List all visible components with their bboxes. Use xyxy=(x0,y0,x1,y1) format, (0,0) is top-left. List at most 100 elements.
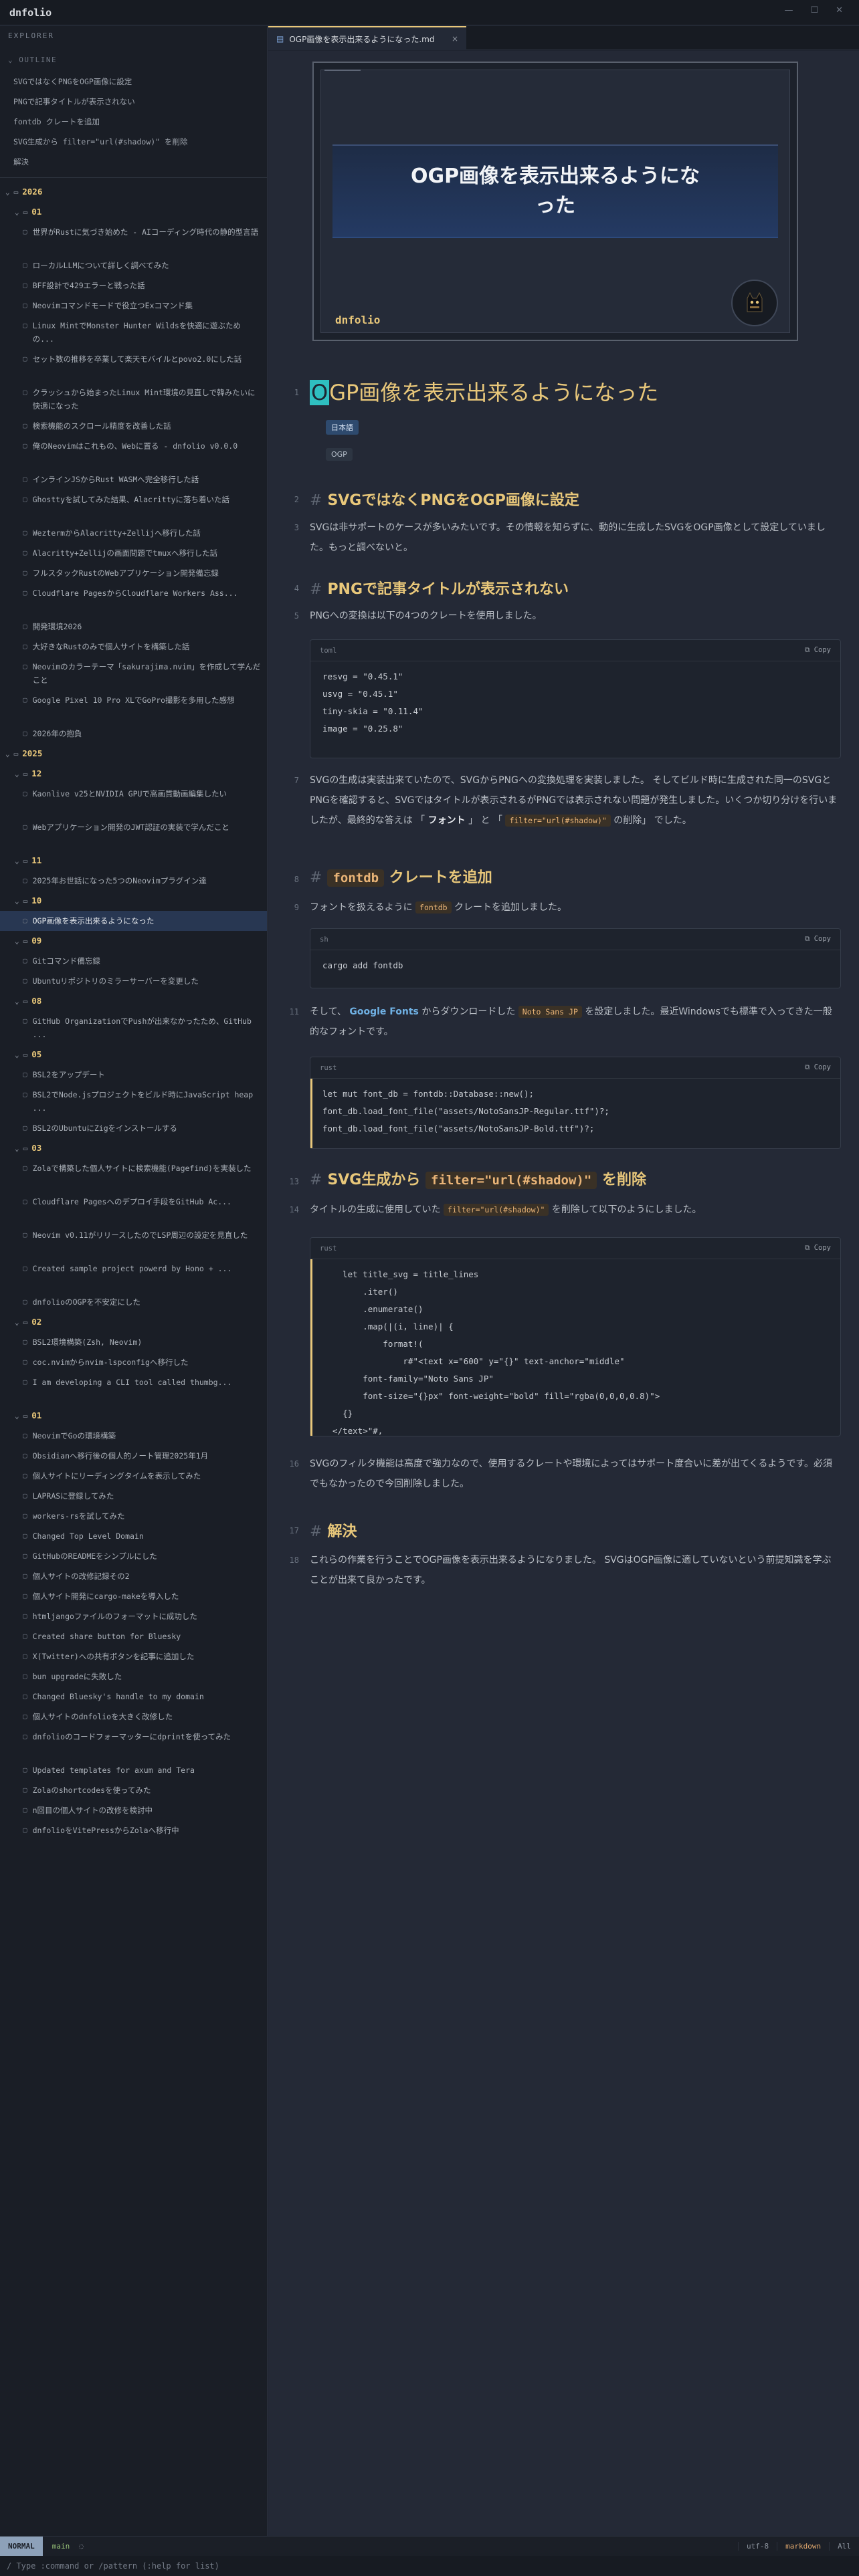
copy-button[interactable]: ⧉ Copy xyxy=(805,1244,831,1253)
file-item[interactable]: ▢ Webアプリケーション開発のJWT認証の実装で学んだこと xyxy=(0,817,267,851)
copy-button[interactable]: ⧉ Copy xyxy=(805,935,831,944)
copy-button[interactable]: ⧉ Copy xyxy=(805,646,831,655)
file-item[interactable]: ▢ 2026年の抱負 xyxy=(0,724,267,744)
file-item[interactable]: ▢ Neovimのカラーテーマ「sakurajima.nvim」を作成して学んだこ… xyxy=(0,657,267,690)
month-folder[interactable]: ⌄ ▭ 08 xyxy=(0,991,267,1011)
file-item[interactable]: ▢ X(Twitter)への共有ボタンを記事に追加した xyxy=(0,1646,267,1667)
file-item[interactable]: ▢ Created share button for Bluesky xyxy=(0,1626,267,1646)
month-folder[interactable]: ⌄ ▭ 01 xyxy=(0,1406,267,1426)
minimize-icon[interactable]: — xyxy=(784,5,793,15)
close-icon[interactable]: ✕ xyxy=(836,5,843,15)
command-line[interactable]: / Type :command or /pattern (:help for l… xyxy=(0,2556,859,2576)
file-item[interactable]: ▢ 個人サイト開発にcargo-makeを導入した xyxy=(0,1586,267,1606)
outline-header[interactable]: ⌄ OUTLINE xyxy=(0,46,267,72)
month-folder[interactable]: ⌄ ▭ 01 xyxy=(0,202,267,222)
file-icon: ▢ xyxy=(23,495,27,504)
file-item[interactable]: ▢ ローカルLLMについて詳しく調べてみた xyxy=(0,255,267,276)
file-item[interactable]: ▢ coc.nvimからnvim-lspconfigへ移行した xyxy=(0,1352,267,1372)
file-item[interactable]: ▢ n回目の個人サイトの改修を検討中 xyxy=(0,1800,267,1820)
file-item[interactable]: ▢ Ubuntuリポジトリのミラーサーバーを変更した xyxy=(0,971,267,991)
tab-close-icon[interactable]: × xyxy=(452,34,458,43)
file-item[interactable]: ▢ Cloudflare PagesからCloudflare Workers As… xyxy=(0,583,267,617)
tag-badge[interactable]: 日本語 xyxy=(326,420,359,435)
file-item[interactable]: ▢ Created sample project powerd by Hono +… xyxy=(0,1259,267,1292)
file-item[interactable]: ▢ BSL2をアップデート xyxy=(0,1065,267,1085)
file-item[interactable]: ▢ 世界がRustに気づき始めた - AIコーディング時代の静的型言語 xyxy=(0,222,267,255)
file-item[interactable]: ▢ Linux MintでMonster Hunter Wildsを快適に遊ぶため… xyxy=(0,316,267,349)
file-item[interactable]: ▢ NeovimでGoの環境構築 xyxy=(0,1426,267,1446)
file-item[interactable]: ▢ Obsidianへ移行後の個人的ノート管理2025年1月 xyxy=(0,1446,267,1466)
outline-item[interactable]: 解決 xyxy=(0,152,267,172)
month-folder[interactable]: ⌄ ▭ 11 xyxy=(0,851,267,871)
file-item[interactable]: ▢ 2025年お世話になった5つのNeovimプラグイン達 xyxy=(0,871,267,891)
file-item[interactable]: ▢ Zolaのshortcodesを使ってみた xyxy=(0,1780,267,1800)
file-item[interactable]: ▢ Google Pixel 10 Pro XLでGoPro撮影を多用した感想 xyxy=(0,690,267,724)
code-content: resvg = "0.45.1" usvg = "0.45.1" tiny-sk… xyxy=(322,671,423,734)
file-item[interactable]: ▢ クラッシュから始まったLinux Mint環境の見直しで韓みたいに快適になった xyxy=(0,383,267,416)
file-item[interactable]: ▢ BFF設計で429エラーと戦った話 xyxy=(0,276,267,296)
file-item[interactable]: ▢ dnfolioのコードフォーマッターにdprintを使ってみた xyxy=(0,1727,267,1760)
file-item[interactable]: ▢ Zolaで構築した個人サイトに検索機能(Pagefind)を実装した xyxy=(0,1158,267,1192)
file-item[interactable]: ▢ BSL2のUbuntuにZigをインストールする xyxy=(0,1118,267,1138)
file-item[interactable]: ▢ WeztermからAlacritty+Zellijへ移行した話 xyxy=(0,523,267,543)
file-item[interactable]: ▢ フルスタックRustのWebアプリケーション開発備忘録 xyxy=(0,563,267,583)
file-item[interactable]: ▢ 個人サイトのdnfolioを大きく改修した xyxy=(0,1707,267,1727)
editor-pane[interactable]: OGP画像を表示出来るようにな った dnfolio 1 OGP画像を表示出来るよ… xyxy=(268,51,859,2536)
file-label: Created sample project powerd by Hono + … xyxy=(32,1264,232,1273)
file-item[interactable]: ▢ Changed Top Level Domain xyxy=(0,1526,267,1546)
paragraph: タイトルの生成に使用していた filter="url(#shadow)" を削除… xyxy=(310,1204,702,1216)
file-item[interactable]: ▢ workers-rsを試してみた xyxy=(0,1506,267,1526)
file-item[interactable]: ▢ Updated templates for axum and Tera xyxy=(0,1760,267,1780)
outline-item[interactable]: PNGで記事タイトルが表示されない xyxy=(0,92,267,112)
file-item[interactable]: ▢ 大好きなRustのみで個人サイトを構築した話 xyxy=(0,637,267,657)
file-item[interactable]: ▢ Ghosttyを試してみた結果、Alacrittyに落ち着いた話 xyxy=(0,490,267,523)
year-folder[interactable]: ⌄ ▭ 2026 xyxy=(0,182,267,202)
file-item[interactable]: ▢ bun upgradeに失敗した xyxy=(0,1667,267,1687)
file-item[interactable]: ▢ Alacritty+Zellijの画面問題でtmuxへ移行した話 xyxy=(0,543,267,563)
file-icon: ▢ xyxy=(23,622,27,631)
file-item[interactable]: ▢ Neovim v0.11がリリースしたのでLSP周辺の設定を見直した xyxy=(0,1225,267,1259)
file-item[interactable]: ▢ 開発環境2026 xyxy=(0,617,267,637)
file-item[interactable]: ▢ 個人サイトにリーディングタイムを表示してみた xyxy=(0,1466,267,1486)
file-item[interactable]: ▢ Kaonlive v25とNVIDIA GPUで高画質動画編集したい xyxy=(0,784,267,817)
month-folder[interactable]: ⌄ ▭ 05 xyxy=(0,1045,267,1065)
maximize-icon[interactable]: ☐ xyxy=(810,5,818,15)
file-item[interactable]: ▢ Neovimコマンドモードで役立つExコマンド集 xyxy=(0,296,267,316)
file-item[interactable]: ▢ dnfolioをVitePressからZolaへ移行中 xyxy=(0,1820,267,1840)
outline-item[interactable]: SVG生成から filter="url(#shadow)" を削除 xyxy=(0,132,267,152)
file-item[interactable]: ▢ GitHubのREADMEをシンプルにした xyxy=(0,1546,267,1566)
month-folder[interactable]: ⌄ ▭ 03 xyxy=(0,1138,267,1158)
folder-label: 01 xyxy=(31,1410,42,1420)
file-item[interactable]: ▢ Changed Bluesky's handle to my domain xyxy=(0,1687,267,1707)
google-fonts-link[interactable]: Google Fonts xyxy=(349,1006,419,1017)
file-label: Linux MintでMonster Hunter Wildsを快適に遊ぶための… xyxy=(32,321,241,344)
file-item[interactable]: ▢ LAPRASに登録してみた xyxy=(0,1486,267,1506)
file-icon: ▢ xyxy=(23,1230,27,1239)
file-item[interactable]: ▢ 検索機能のスクロール精度を改善した話 xyxy=(0,416,267,436)
file-item[interactable]: ▢ 俺のNeovimはこれもの、Webに置る - dnfolio v0.0.0 xyxy=(0,436,267,469)
file-item[interactable]: ▢ BSL2でNode.jsプロジェクトをビルド時にJavaScript heap… xyxy=(0,1085,267,1118)
file-item[interactable]: ▢ インラインJSからRust WASMへ完全移行した話 xyxy=(0,469,267,490)
copy-button[interactable]: ⧉ Copy xyxy=(805,1063,831,1072)
file-item[interactable]: ▢ I am developing a CLI tool called thumb… xyxy=(0,1372,267,1406)
file-item[interactable]: ▢ GitHub OrganizationでPushが出来なかったため、GitHu… xyxy=(0,1011,267,1045)
year-folder[interactable]: ⌄ ▭ 2025 xyxy=(0,744,267,764)
tab-active-file[interactable]: ▤ OGP画像を表示出来るようになった.md × xyxy=(268,26,466,50)
file-item[interactable]: ▢ Cloudflare Pagesへのデプロイ手段をGitHub Ac... xyxy=(0,1192,267,1225)
file-item[interactable]: ▢ htmljangoファイルのフォーマットに成功した xyxy=(0,1606,267,1626)
month-folder[interactable]: ⌄ ▭ 02 xyxy=(0,1312,267,1332)
file-item[interactable]: ▢ Gitコマンド備忘録 xyxy=(0,951,267,971)
month-folder[interactable]: ⌄ ▭ 10 xyxy=(0,891,267,911)
file-item[interactable]: ▢ 個人サイトの改修記録その2 xyxy=(0,1566,267,1586)
outline-item[interactable]: fontdb クレートを追加 xyxy=(0,112,267,132)
file-item[interactable]: ▢ dnfolioのOGPを不安定にした xyxy=(0,1292,267,1312)
file-item-active[interactable]: ▢ OGP画像を表示出来るようになった xyxy=(0,911,267,931)
month-folder[interactable]: ⌄ ▭ 12 xyxy=(0,764,267,784)
file-item[interactable]: ▢ セット数の推移を卒業して楽天モバイルとpovo2.0にした話 xyxy=(0,349,267,383)
outline-item[interactable]: SVGではなくPNGをOGP画像に設定 xyxy=(0,72,267,92)
line-number: 17 xyxy=(289,1526,299,1535)
git-branch[interactable]: main xyxy=(43,2542,80,2551)
month-folder[interactable]: ⌄ ▭ 09 xyxy=(0,931,267,951)
tag-badge[interactable]: OGP xyxy=(326,448,353,461)
file-item[interactable]: ▢ BSL2環境構築(Zsh, Neovim) xyxy=(0,1332,267,1352)
